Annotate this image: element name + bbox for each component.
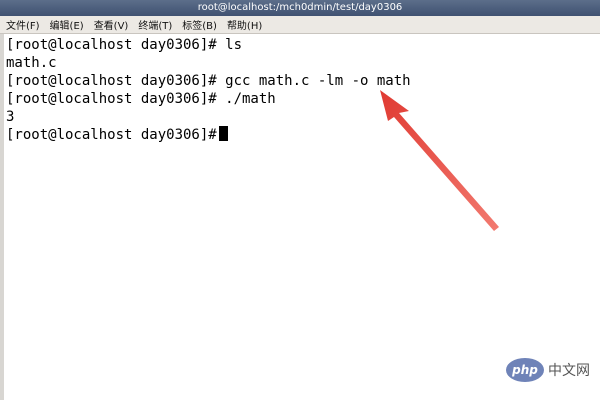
terminal-prompt: [root@localhost day0306]# xyxy=(6,127,217,143)
window-left-border xyxy=(0,34,4,400)
menu-edit[interactable]: 编辑(E) xyxy=(50,17,84,32)
php-logo: php xyxy=(506,358,544,382)
watermark-text: 中文网 xyxy=(548,363,590,379)
terminal-output[interactable]: [root@localhost day0306]# ls math.c [roo… xyxy=(6,36,596,396)
menu-file[interactable]: 文件(F) xyxy=(6,17,40,32)
terminal-line-prompt: [root@localhost day0306]# xyxy=(6,126,596,144)
menu-help[interactable]: 帮助(H) xyxy=(227,17,262,32)
menu-view[interactable]: 查看(V) xyxy=(94,17,129,32)
window-title: root@localhost:/mch0dmin/test/day0306 xyxy=(197,2,403,13)
window-titlebar[interactable]: root@localhost:/mch0dmin/test/day0306 xyxy=(0,0,600,16)
terminal-line-gcc: [root@localhost day0306]# gcc math.c -lm… xyxy=(6,73,411,89)
menu-terminal[interactable]: 终端(T) xyxy=(138,17,172,32)
terminal-window: root@localhost:/mch0dmin/test/day0306 文件… xyxy=(0,0,600,400)
menu-tabs[interactable]: 标签(B) xyxy=(182,17,217,32)
watermark: php 中文网 xyxy=(506,358,590,382)
menu-bar: 文件(F) 编辑(E) 查看(V) 终端(T) 标签(B) 帮助(H) xyxy=(0,16,600,34)
terminal-line-output-file: math.c xyxy=(6,55,57,71)
terminal-line-run: [root@localhost day0306]# ./math xyxy=(6,91,276,107)
terminal-line-result: 3 xyxy=(6,109,15,125)
terminal-line-ls: [root@localhost day0306]# ls xyxy=(6,37,243,53)
terminal-cursor xyxy=(218,126,228,141)
